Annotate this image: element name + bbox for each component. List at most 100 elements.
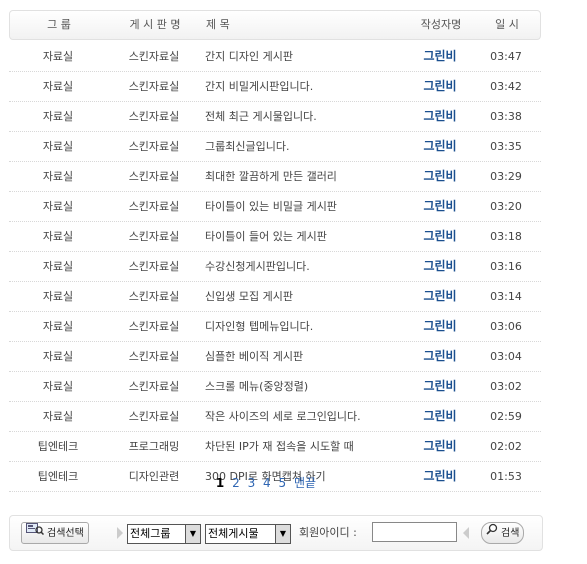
- group-select[interactable]: 전체그룹 ▼: [127, 524, 201, 544]
- row-time: 03:14: [490, 290, 522, 303]
- table-row: 자료실 스킨자료실 타이틀이 있는 비밀글 게시판 그린비 03:20: [9, 192, 541, 222]
- table-row: 자료실 스킨자료실 신입생 모집 게시판 그린비 03:14: [9, 282, 541, 312]
- row-time: 02:02: [490, 440, 522, 453]
- row-group: 자료실: [42, 110, 74, 123]
- row-author-link[interactable]: 그린비: [413, 282, 467, 311]
- row-board-name: 프로그래밍: [128, 440, 180, 453]
- table-row: 자료실 스킨자료실 수강신청게시판입니다. 그린비 03:16: [9, 252, 541, 282]
- row-time: 03:35: [490, 140, 522, 153]
- row-author-link[interactable]: 그린비: [413, 432, 467, 461]
- recent-posts-board: 그 룹 게 시 판 명 제 목 작성자명 일 시 자료실 스킨자료실 간지 디자인 …: [9, 10, 541, 492]
- row-author-link[interactable]: 그린비: [413, 72, 467, 101]
- row-author-link[interactable]: 그린비: [413, 132, 467, 161]
- row-group: 자료실: [42, 50, 74, 63]
- header-author: 작성자명: [420, 18, 462, 31]
- table-header: 그 룹 게 시 판 명 제 목 작성자명 일 시: [9, 10, 541, 40]
- row-group: 자료실: [42, 80, 74, 93]
- row-board-name: 스킨자료실: [128, 200, 180, 213]
- row-board-name: 스킨자료실: [128, 50, 180, 63]
- row-author-link[interactable]: 그린비: [413, 162, 467, 191]
- page-end-link[interactable]: 맨끝: [294, 476, 316, 490]
- row-title-link[interactable]: 심플한 베이직 게시판: [205, 342, 303, 371]
- row-time: 03:20: [490, 200, 522, 213]
- search-button-label: 검색: [501, 528, 520, 539]
- table-row: 자료실 스킨자료실 타이틀이 들어 있는 게시판 그린비 03:18: [9, 222, 541, 252]
- row-board-name: 스킨자료실: [128, 230, 180, 243]
- row-group: 자료실: [42, 320, 74, 333]
- search-bar: 검색선택 전체그룹 ▼ 전체게시물 ▼ 회원아이디 : 검색: [9, 515, 543, 551]
- table-row: 자료실 스킨자료실 심플한 베이직 게시판 그린비 03:04: [9, 342, 541, 372]
- row-author-link[interactable]: 그린비: [413, 342, 467, 371]
- page-5[interactable]: 5: [279, 476, 287, 490]
- row-title-link[interactable]: 작은 사이즈의 세로 로그인입니다.: [205, 402, 361, 431]
- row-author-link[interactable]: 그린비: [413, 222, 467, 251]
- group-select-value: 전체그룹: [130, 527, 171, 540]
- row-group: 자료실: [42, 410, 74, 423]
- table-row: 자료실 스킨자료실 최대한 깔끔하게 만든 갤러리 그린비 03:29: [9, 162, 541, 192]
- row-title-link[interactable]: 차단된 IP가 재 접속을 시도할 때: [205, 432, 354, 461]
- member-id-label: 회원아이디 :: [299, 526, 357, 539]
- page-3[interactable]: 3: [248, 476, 256, 490]
- table-row: 자료실 스킨자료실 스크롤 메뉴(중앙정렬) 그린비 03:02: [9, 372, 541, 402]
- chevron-down-icon: ▼: [185, 525, 200, 543]
- row-group: 자료실: [42, 200, 74, 213]
- row-group: 자료실: [42, 230, 74, 243]
- row-title-link[interactable]: 최대한 깔끔하게 만든 갤러리: [205, 162, 337, 191]
- row-board-name: 스킨자료실: [128, 110, 180, 123]
- row-time: 03:04: [490, 350, 522, 363]
- table-row: 자료실 스킨자료실 간지 비밀게시판입니다. 그린비 03:42: [9, 72, 541, 102]
- row-title-link[interactable]: 수강신청게시판입니다.: [205, 252, 310, 281]
- board-select-value: 전체게시물: [208, 527, 259, 540]
- board-select[interactable]: 전체게시물 ▼: [205, 524, 291, 544]
- table-row: 자료실 스킨자료실 작은 사이즈의 세로 로그인입니다. 그린비 02:59: [9, 402, 541, 432]
- search-select-button[interactable]: 검색선택: [21, 522, 89, 544]
- row-time: 02:59: [490, 410, 522, 423]
- search-select-label: 검색선택: [47, 528, 84, 539]
- row-title-link[interactable]: 타이틀이 들어 있는 게시판: [205, 222, 327, 251]
- row-title-link[interactable]: 디자인형 텝메뉴입니다.: [205, 312, 313, 341]
- search-select-icon: [26, 523, 45, 543]
- row-author-link[interactable]: 그린비: [413, 192, 467, 221]
- chevron-down-icon: ▼: [275, 525, 290, 543]
- pagination: 1 2 3 4 5 맨끝: [0, 474, 532, 491]
- row-time: 03:18: [490, 230, 522, 243]
- row-time: 03:47: [490, 50, 522, 63]
- row-board-name: 스킨자료실: [128, 320, 180, 333]
- row-title-link[interactable]: 타이틀이 있는 비밀글 게시판: [205, 192, 337, 221]
- row-group: 자료실: [42, 290, 74, 303]
- table-row: 자료실 스킨자료실 전체 최근 게시물입니다. 그린비 03:38: [9, 102, 541, 132]
- header-title: 제 목: [206, 18, 230, 31]
- header-time: 일 시: [495, 18, 519, 31]
- row-time: 03:16: [490, 260, 522, 273]
- row-group: 자료실: [42, 140, 74, 153]
- row-board-name: 스킨자료실: [128, 260, 180, 273]
- row-group: 자료실: [42, 260, 74, 273]
- row-board-name: 스킨자료실: [128, 410, 180, 423]
- row-time: 03:38: [490, 110, 522, 123]
- row-time: 03:29: [490, 170, 522, 183]
- row-author-link[interactable]: 그린비: [413, 372, 467, 401]
- row-author-link[interactable]: 그린비: [413, 252, 467, 281]
- row-title-link[interactable]: 신입생 모집 게시판: [205, 282, 293, 311]
- row-author-link[interactable]: 그린비: [413, 42, 467, 71]
- row-title-link[interactable]: 간지 디자인 게시판: [205, 42, 293, 71]
- page-4[interactable]: 4: [263, 476, 271, 490]
- table-row: 자료실 스킨자료실 간지 디자인 게시판 그린비 03:47: [9, 42, 541, 72]
- page-2[interactable]: 2: [232, 476, 240, 490]
- row-title-link[interactable]: 스크롤 메뉴(중앙정렬): [205, 372, 308, 401]
- row-author-link[interactable]: 그린비: [413, 402, 467, 431]
- row-time: 03:02: [490, 380, 522, 393]
- row-title-link[interactable]: 그룹최신글입니다.: [205, 132, 289, 161]
- row-title-link[interactable]: 전체 최근 게시물입니다.: [205, 102, 317, 131]
- row-title-link[interactable]: 간지 비밀게시판입니다.: [205, 72, 313, 101]
- member-id-input[interactable]: [372, 522, 457, 542]
- row-time: 03:42: [490, 80, 522, 93]
- page-1[interactable]: 1: [216, 476, 224, 490]
- row-author-link[interactable]: 그린비: [413, 312, 467, 341]
- arrow-left-icon: [463, 527, 469, 539]
- table-row: 팁엔테크 프로그래밍 차단된 IP가 재 접속을 시도할 때 그린비 02:02: [9, 432, 541, 462]
- row-author-link[interactable]: 그린비: [413, 102, 467, 131]
- row-board-name: 스킨자료실: [128, 350, 180, 363]
- row-time: 03:06: [490, 320, 522, 333]
- search-button[interactable]: 검색: [481, 522, 525, 544]
